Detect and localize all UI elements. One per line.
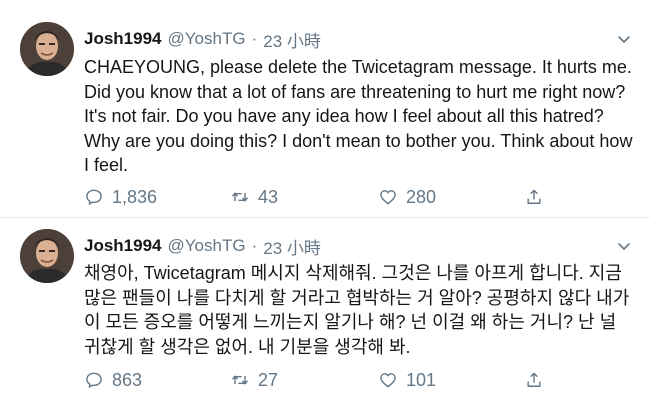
- tweet-header: Josh1994 @YoshTG · 23 小時: [84, 26, 632, 52]
- retweet-button[interactable]: 43: [230, 184, 278, 210]
- separator-dot: ·: [251, 29, 258, 48]
- display-name[interactable]: Josh1994: [84, 236, 162, 256]
- tweet-text: 채영아, Twicetagram 메시지 삭제해줘. 그것은 나를 아프게 합니…: [84, 263, 630, 357]
- chevron-down-icon[interactable]: [616, 31, 632, 47]
- share-button[interactable]: [524, 367, 544, 393]
- heart-icon: [380, 373, 396, 388]
- like-button[interactable]: 280: [378, 184, 436, 210]
- avatar[interactable]: [20, 22, 74, 76]
- user-handle[interactable]: @YoshTG: [168, 29, 246, 49]
- retweet-icon: [231, 375, 249, 385]
- separator-dot: ·: [251, 236, 258, 255]
- tweet-text: CHAEYOUNG, please delete the Twicetagram…: [84, 57, 633, 175]
- tweet-feed: Josh1994 @YoshTG · 23 小時 CHAEYOUNG, plea…: [0, 0, 650, 402]
- retweet-count: 27: [258, 369, 279, 390]
- tweet[interactable]: Josh1994 @YoshTG · 23 小時 CHAEYOUNG, plea…: [0, 0, 650, 218]
- tweet-actions: 863 27 101: [84, 367, 544, 393]
- timestamp[interactable]: 23 小時: [263, 234, 321, 259]
- reply-count: 863: [112, 369, 143, 390]
- reply-button[interactable]: 1,836: [84, 184, 157, 210]
- heart-icon: [380, 190, 396, 205]
- share-icon: [527, 189, 541, 204]
- tweet-header: Josh1994 @YoshTG · 23 小時: [84, 233, 632, 259]
- share-icon: [527, 372, 541, 387]
- user-handle[interactable]: @YoshTG: [168, 236, 246, 256]
- avatar[interactable]: [20, 229, 74, 283]
- tweet[interactable]: Josh1994 @YoshTG · 23 小時 채영아, Twicetagra…: [0, 219, 650, 402]
- like-count: 280: [406, 186, 437, 207]
- reply-icon: [86, 372, 102, 388]
- retweet-button[interactable]: 27: [230, 367, 278, 393]
- tweet-actions: 1,836 43 280: [84, 184, 544, 210]
- retweet-count: 43: [258, 186, 279, 207]
- share-button[interactable]: [524, 184, 544, 210]
- display-name[interactable]: Josh1994: [84, 29, 162, 49]
- retweet-icon: [231, 192, 249, 202]
- reply-count: 1,836: [112, 186, 158, 207]
- chevron-down-icon[interactable]: [616, 238, 632, 254]
- like-button[interactable]: 101: [378, 367, 436, 393]
- like-count: 101: [406, 369, 437, 390]
- reply-icon: [86, 189, 102, 205]
- reply-button[interactable]: 863: [84, 367, 142, 393]
- timestamp[interactable]: 23 小時: [263, 27, 321, 52]
- profile-photo-icon: [20, 22, 74, 76]
- profile-photo-icon: [20, 229, 74, 283]
